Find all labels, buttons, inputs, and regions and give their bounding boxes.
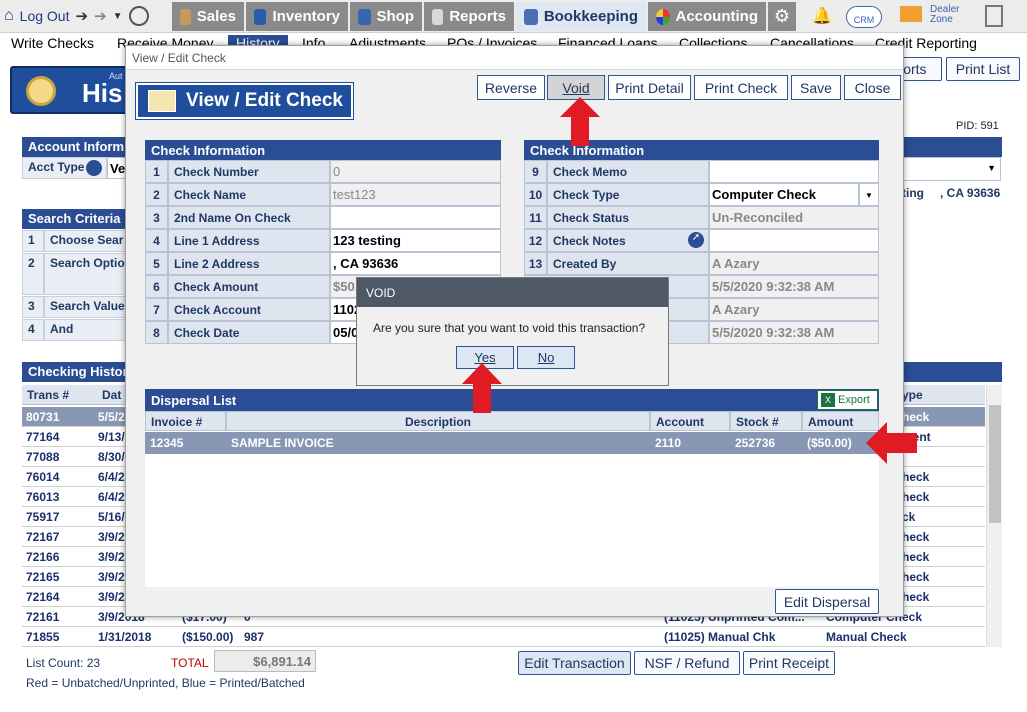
arrow-to-void (560, 97, 600, 146)
annotation-arrows (462, 97, 917, 464)
arrow-to-yes (462, 363, 502, 413)
arrow-to-amount (866, 422, 917, 464)
